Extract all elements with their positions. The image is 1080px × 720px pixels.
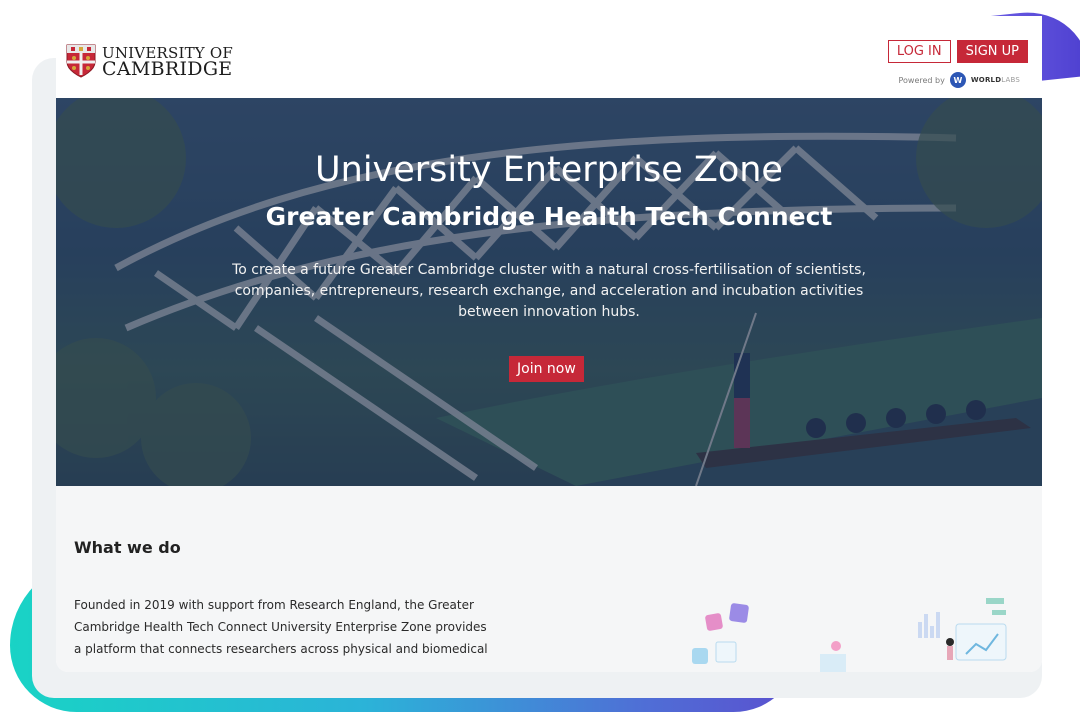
powered-by-label: Powered by bbox=[898, 75, 945, 85]
crest-icon bbox=[66, 44, 96, 78]
hero-banner: University Enterprise Zone Greater Cambr… bbox=[56, 98, 1042, 486]
worldlabs-icon: W bbox=[949, 72, 966, 88]
screenshot-stage: UNIVERSITY OF CAMBRIDGE LOG IN SIGN UP P… bbox=[0, 0, 1080, 720]
worldlabs-wordmark: WORLDLABS bbox=[971, 76, 1020, 84]
web-page: UNIVERSITY OF CAMBRIDGE LOG IN SIGN UP P… bbox=[56, 16, 1042, 672]
join-now-button[interactable]: Join now bbox=[509, 356, 584, 382]
what-we-do-section: What we do Founded in 2019 with support … bbox=[56, 486, 1042, 672]
hero-description: To create a future Greater Cambridge clu… bbox=[232, 262, 866, 320]
logo-wordmark: UNIVERSITY OF CAMBRIDGE bbox=[102, 45, 233, 80]
illustration-graphic bbox=[692, 598, 1007, 672]
worldlabs-light: LABS bbox=[1001, 76, 1020, 84]
signup-button[interactable]: SIGN UP bbox=[956, 40, 1028, 63]
login-button[interactable]: LOG IN bbox=[887, 40, 951, 63]
site-header: UNIVERSITY OF CAMBRIDGE LOG IN SIGN UP P… bbox=[56, 16, 1042, 98]
hero-subtitle: Greater Cambridge Health Tech Connect bbox=[265, 202, 833, 231]
worldlabs-bold: WORLD bbox=[970, 76, 1002, 84]
logo-line-2: CAMBRIDGE bbox=[102, 58, 233, 80]
hero-title: University Enterprise Zone bbox=[315, 150, 783, 190]
auth-buttons: LOG IN SIGN UP bbox=[887, 40, 1028, 63]
powered-by[interactable]: Powered by W WORLDLABS bbox=[899, 72, 1021, 88]
university-logo[interactable]: UNIVERSITY OF CAMBRIDGE bbox=[66, 44, 233, 80]
section-body: Founded in 2019 with support from Resear… bbox=[74, 598, 488, 656]
section-title: What we do bbox=[74, 538, 181, 557]
